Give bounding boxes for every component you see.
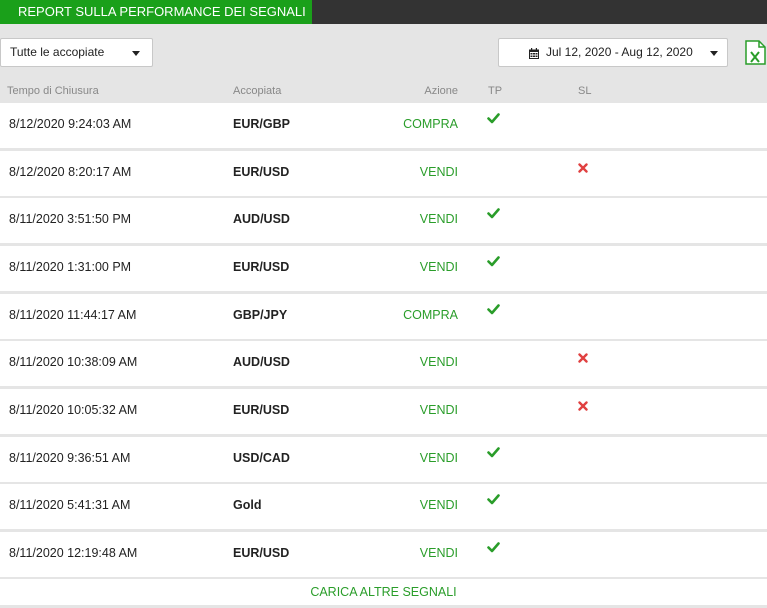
action-label: VENDI — [419, 498, 458, 513]
pair-filter-value: Tutte le accopiate — [10, 45, 105, 59]
pair-name: EUR/USD — [233, 259, 290, 274]
table-row[interactable]: 8/11/2020 3:51:50 PM AUD/USD VENDI — [0, 198, 767, 244]
close-time: 8/11/2020 9:36:51 AM — [9, 450, 131, 465]
load-more-button[interactable]: CARICA ALTRE SEGNALI — [0, 579, 767, 605]
close-time: 8/11/2020 5:41:31 AM — [9, 498, 131, 513]
action-label: VENDI — [419, 355, 458, 370]
table-row[interactable]: 8/11/2020 5:41:31 AM Gold VENDI — [0, 484, 767, 530]
pair-name: EUR/USD — [233, 402, 290, 417]
pair-name: Gold — [233, 498, 262, 513]
action-label: VENDI — [419, 402, 458, 417]
close-time: 8/11/2020 10:05:32 AM — [9, 402, 138, 417]
chevron-down-icon — [132, 51, 140, 56]
check-icon — [487, 542, 500, 556]
table-row[interactable]: 8/11/2020 12:19:48 AM EUR/USD VENDI — [0, 531, 767, 577]
date-range-picker[interactable]: Jul 12, 2020 - Aug 12, 2020 — [498, 38, 728, 67]
pair-name: USD/CAD — [233, 450, 290, 465]
check-icon — [487, 494, 500, 508]
close-time: 8/12/2020 9:24:03 AM — [9, 117, 132, 131]
column-header-time[interactable]: Tempo di Chiusura — [7, 85, 99, 97]
pair-name: AUD/USD — [233, 212, 290, 227]
pair-name: EUR/USD — [233, 545, 290, 560]
signals-table-body: 8/12/2020 9:24:03 AM EUR/GBP COMPRA 8/12/20… — [0, 103, 767, 580]
column-header-action[interactable]: Azione — [424, 85, 458, 97]
cross-icon — [578, 162, 588, 176]
pair-name: GBP/JPY — [233, 307, 288, 322]
close-time: 8/12/2020 8:20:17 AM — [9, 164, 132, 179]
action-label: VENDI — [419, 259, 458, 274]
close-time: 8/11/2020 11:44:17 AM — [9, 307, 137, 322]
table-row[interactable]: 8/11/2020 9:36:51 AM USD/CAD VENDI — [0, 436, 767, 482]
table-row[interactable]: 8/11/2020 11:44:17 AM GBP/JPY COMPRA — [0, 293, 767, 339]
table-header: Tempo di Chiusura Accopiata Azione TP SL — [0, 82, 767, 102]
close-time: 8/11/2020 12:19:48 AM — [9, 545, 138, 560]
action-label: COMPRA — [403, 117, 458, 131]
action-label: VENDI — [419, 450, 458, 465]
action-label: VENDI — [419, 212, 458, 227]
report-title-tab[interactable]: REPORT SULLA PERFORMANCE DEI SEGNALI — [0, 0, 312, 24]
excel-export-icon[interactable] — [745, 40, 766, 65]
column-header-tp[interactable]: TP — [488, 85, 502, 97]
action-label: VENDI — [419, 545, 458, 560]
action-label: COMPRA — [403, 307, 458, 322]
table-row[interactable]: 8/11/2020 10:38:09 AM AUD/USD VENDI — [0, 341, 767, 387]
cross-icon — [578, 352, 588, 366]
column-header-pair[interactable]: Accopiata — [233, 85, 281, 97]
column-header-sl[interactable]: SL — [578, 85, 591, 97]
calendar-icon — [529, 48, 539, 59]
check-icon — [487, 303, 500, 318]
close-time: 8/11/2020 10:38:09 AM — [9, 355, 138, 370]
check-icon — [487, 256, 500, 270]
check-icon — [487, 113, 500, 127]
table-row[interactable]: 8/11/2020 10:05:32 AM EUR/USD VENDI — [0, 388, 767, 434]
pair-name: EUR/GBP — [233, 117, 290, 131]
pair-filter-select[interactable]: Tutte le accopiate — [0, 38, 153, 67]
close-time: 8/11/2020 1:31:00 PM — [9, 259, 132, 274]
top-bar: REPORT SULLA PERFORMANCE DEI SEGNALI — [0, 0, 767, 24]
table-row[interactable]: 8/12/2020 8:20:17 AM EUR/USD VENDI — [0, 150, 767, 196]
pair-name: AUD/USD — [233, 355, 290, 370]
table-row[interactable]: 8/12/2020 9:24:03 AM EUR/GBP COMPRA — [0, 103, 767, 148]
action-label: VENDI — [419, 164, 458, 179]
chevron-down-icon — [710, 51, 718, 56]
table-row[interactable]: 8/11/2020 1:31:00 PM EUR/USD VENDI — [0, 245, 767, 291]
pair-name: EUR/USD — [233, 164, 290, 179]
check-icon — [487, 446, 500, 461]
close-time: 8/11/2020 3:51:50 PM — [9, 212, 132, 227]
cross-icon — [578, 400, 588, 414]
check-icon — [487, 208, 500, 222]
date-range-value: Jul 12, 2020 - Aug 12, 2020 — [546, 45, 693, 59]
